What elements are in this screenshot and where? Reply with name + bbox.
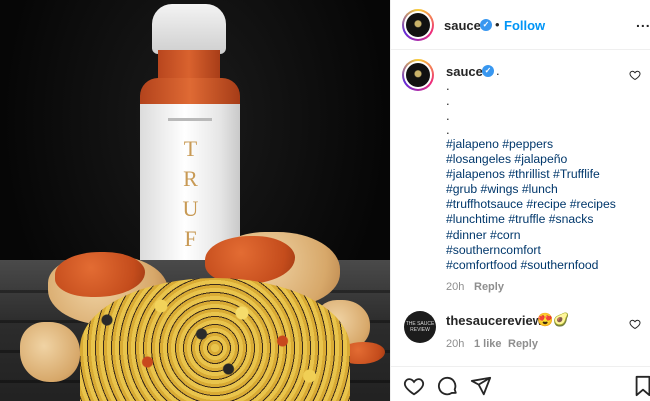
commenter-avatar[interactable]: THE SAUCE REVIEW (404, 311, 436, 343)
bottle-letter: T (183, 136, 199, 161)
caption-dot-line: . (446, 108, 450, 123)
caption-author-avatar[interactable] (402, 59, 434, 91)
bottle-letter: U (182, 196, 200, 221)
commenter-username[interactable]: thesaucereview (446, 313, 543, 328)
caption-username[interactable]: sauce (446, 64, 483, 79)
caption-reply-button[interactable]: Reply (474, 281, 504, 293)
bread-piece (20, 322, 80, 382)
heart-icon[interactable] (403, 375, 425, 397)
bottle-letter: R (183, 166, 199, 191)
author-avatar-ring (404, 11, 432, 39)
follow-button[interactable]: Follow (504, 18, 545, 33)
comment-reply-button[interactable]: Reply (508, 338, 538, 350)
bottle-brand-line (168, 118, 212, 121)
bottle-cap (152, 4, 226, 54)
share-icon[interactable] (470, 375, 492, 397)
caption-trailing: . (496, 63, 500, 78)
hashtag-line[interactable]: #southerncomfort (446, 243, 636, 258)
caption-avatar-ring (404, 61, 432, 89)
caption-dot-line: . (446, 122, 450, 137)
heart-icon[interactable] (629, 318, 641, 330)
caption-hashtags: #jalapeno #peppers #losangeles #jalapeño… (446, 137, 636, 273)
header-username[interactable]: sauce (444, 18, 481, 33)
comment-emoji: 😍🥑 (537, 312, 570, 327)
verified-badge-icon: ✓ (480, 19, 492, 31)
hashtag-line[interactable]: #lunchtime #truffle #snacks (446, 212, 636, 227)
bottle-neck (158, 50, 220, 80)
caption-dot-line: . (446, 93, 450, 108)
caption-avatar-image (406, 63, 430, 87)
hashtag-line[interactable]: #dinner #corn (446, 228, 636, 243)
hashtag-line[interactable]: #losangeles #jalapeño (446, 152, 636, 167)
comment-timestamp[interactable]: 20h (446, 338, 464, 350)
comment-icon[interactable] (437, 375, 459, 397)
author-avatar-image (406, 13, 430, 37)
action-bar (390, 366, 650, 401)
caption-timestamp[interactable]: 20h (446, 281, 464, 293)
author-avatar[interactable] (402, 9, 434, 41)
comment-likes[interactable]: 1 like (474, 338, 502, 350)
commenter-avatar-text: THE SAUCE REVIEW (405, 321, 435, 333)
hashtag-line[interactable]: #truffhotsauce #recipe #recipes (446, 197, 636, 212)
post-photo[interactable]: T R U F F (0, 0, 390, 401)
bottle-letter: F (184, 226, 198, 251)
caption-dot-line: . (446, 78, 450, 93)
verified-badge-icon: ✓ (482, 65, 494, 77)
hashtag-line[interactable]: #jalapeno #peppers (446, 137, 636, 152)
heart-icon[interactable] (629, 69, 641, 81)
more-options-button[interactable]: ... (636, 14, 650, 30)
hashtag-line[interactable]: #jalapenos #thrillist #Trufflife (446, 167, 636, 182)
hashtag-line[interactable]: #comfortfood #southernfood (446, 258, 636, 273)
hashtag-line[interactable]: #grub #wings #lunch (446, 182, 636, 197)
bookmark-icon[interactable] (632, 375, 650, 397)
header-separator: • (495, 17, 500, 32)
